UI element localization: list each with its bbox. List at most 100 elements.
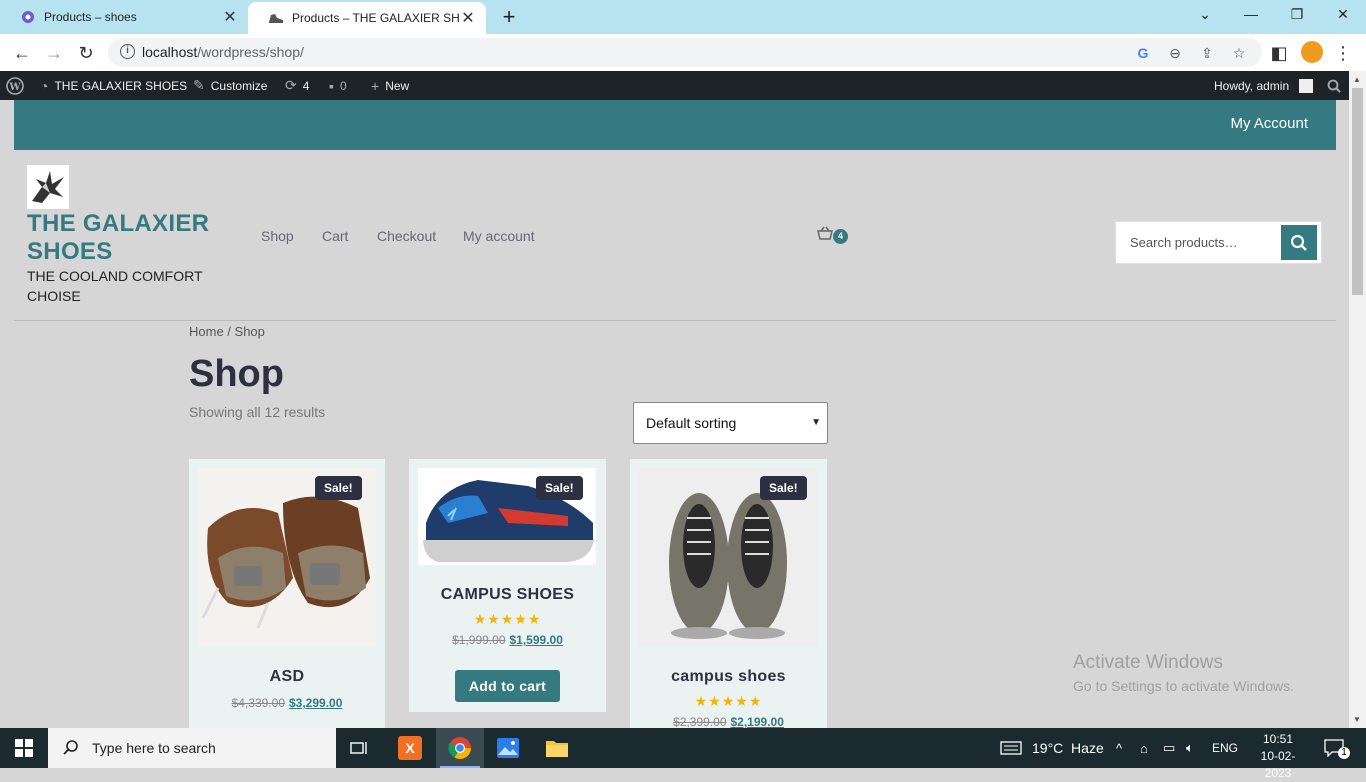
sale-badge: Sale! (315, 476, 362, 500)
nav-shop[interactable]: Shop (261, 228, 294, 244)
admin-customize[interactable]: ✎ Customize (193, 71, 267, 100)
product-card: Sale! CAMPUS SHOES ★★★★★ $1,999.00 $1,599… (409, 459, 606, 712)
close-window-button[interactable]: ✕ (1333, 6, 1353, 23)
product-price: $4,339.00 $3,299.00 (231, 696, 343, 710)
scrollbar-thumb[interactable] (1352, 88, 1363, 295)
dashboard-icon: ◔ (40, 77, 49, 94)
breadcrumb-home[interactable]: Home (189, 324, 224, 339)
tab-products-galaxier[interactable]: Products – THE GALAXIER SHOES ✕ (248, 2, 486, 34)
site-title[interactable]: THE GALAXIER SHOES (27, 210, 227, 266)
xampp-app-icon[interactable]: X (386, 728, 434, 768)
profile-avatar[interactable] (1301, 41, 1323, 63)
product-name[interactable]: CAMPUS SHOES (409, 586, 606, 604)
tab-label: Products – shoes (44, 10, 137, 24)
cart-count-badge: 4 (833, 229, 848, 244)
photos-app-icon[interactable] (484, 728, 532, 768)
scroll-up-icon[interactable]: ▲ (1353, 75, 1361, 84)
add-to-cart-button[interactable]: Add to cart (455, 670, 560, 702)
back-button[interactable]: ← (10, 41, 34, 65)
zoom-icon[interactable]: ⊖ (1165, 43, 1185, 63)
google-lens-icon[interactable]: G (1133, 43, 1153, 63)
svg-text:W: W (8, 82, 21, 93)
sorting-select[interactable]: Default sorting ▼ (633, 402, 828, 444)
site-info-icon[interactable]: i (120, 44, 135, 59)
browser-tab-strip: Products – shoes ✕ Products – THE GALAXI… (0, 0, 1366, 34)
site-logo[interactable] (27, 165, 69, 209)
product-price: $1,999.00 $1,599.00 (452, 633, 563, 647)
bookmark-star-icon[interactable]: ☆ (1229, 43, 1249, 63)
battery-icon[interactable]: ▭ (1163, 728, 1175, 768)
task-view-icon[interactable] (336, 728, 384, 768)
rating-stars-icon: ★★★★★ (473, 611, 542, 627)
nav-my-account[interactable]: My account (463, 228, 535, 244)
search-icon (1290, 234, 1307, 251)
browser-menu-icon[interactable]: ⋮ (1331, 41, 1355, 65)
breadcrumb: Home / Shop (189, 324, 265, 339)
tab-label: Products – THE GALAXIER SHOES (292, 11, 460, 25)
restore-button[interactable]: ❐ (1287, 6, 1307, 23)
product-card: Sale! ASD $4,339.00 $3,299.00 (189, 459, 385, 728)
admin-account-menu[interactable]: Howdy, admin (1214, 71, 1314, 100)
clock[interactable]: 10:51 10-02-2023 (1248, 731, 1308, 782)
page-title: Shop (189, 353, 284, 395)
sale-badge: Sale! (536, 476, 583, 500)
site-tagline: THE COOLAND COMFORT CHOISE (27, 268, 203, 304)
header-cart[interactable]: 4 (817, 226, 848, 245)
scroll-down-icon[interactable]: ▼ (1353, 715, 1361, 724)
admin-site-name[interactable]: ◔ THE GALAXIER SHOES (40, 71, 187, 100)
windows-logo-icon (15, 739, 33, 757)
new-tab-button[interactable]: + (498, 6, 520, 28)
address-bar[interactable]: i localhost/wordpress/shop/ G ⊖ ⇪ ☆ (108, 38, 1262, 67)
admin-search-icon[interactable] (1327, 71, 1341, 100)
sale-badge: Sale! (760, 476, 807, 500)
taskbar-search[interactable]: Type here to search (48, 728, 336, 768)
windows-taskbar: Type here to search X 19°C Haze ^ ⌂ ▭ 🔈︎… (0, 728, 1366, 780)
site-favicon-icon (20, 9, 36, 25)
admin-comments[interactable]: ▪ 0 (329, 71, 347, 100)
notifications-icon[interactable]: 1 (1324, 728, 1350, 768)
site-top-bar: My Account (14, 100, 1336, 150)
product-name[interactable]: ASD (189, 668, 385, 686)
volume-icon[interactable]: 🔈︎ (1186, 728, 1194, 768)
side-panel-icon[interactable]: ◧ (1267, 41, 1291, 65)
chevron-down-icon: ▼ (811, 417, 821, 428)
language-indicator[interactable]: ENG (1212, 728, 1238, 768)
product-card: Sale! campus shoes ★★★★★ $2,399.00 $2,199… (630, 459, 827, 729)
admin-updates[interactable]: ⟳ 4 (285, 71, 309, 100)
file-explorer-icon[interactable] (533, 728, 581, 768)
shoe-favicon-icon (268, 10, 284, 26)
tab-search-chevron-icon[interactable]: ⌄ (1195, 6, 1215, 23)
product-search[interactable]: Search products… (1115, 221, 1322, 264)
network-icon[interactable]: ⌂ (1140, 728, 1148, 768)
breadcrumb-current: Shop (234, 324, 265, 339)
reload-button[interactable]: ↻ (74, 41, 98, 65)
close-tab-icon[interactable]: ✕ (460, 8, 476, 28)
page-scrollbar[interactable]: ▲ ▼ (1349, 71, 1366, 728)
nav-cart[interactable]: Cart (322, 228, 348, 244)
show-hidden-icons-chevron-icon[interactable]: ^ (1116, 728, 1122, 768)
share-icon[interactable]: ⇪ (1197, 43, 1217, 63)
search-button[interactable] (1281, 225, 1317, 260)
updates-icon: ⟳ (285, 77, 297, 93)
weather-widget[interactable]: 19°C Haze (1000, 728, 1104, 768)
product-price: $2,399.00 $2,199.00 (673, 715, 784, 729)
start-button[interactable] (0, 728, 48, 768)
rating-stars-icon: ★★★★★ (694, 693, 763, 709)
forward-button[interactable]: → (42, 41, 66, 65)
nav-checkout[interactable]: Checkout (377, 228, 436, 244)
admin-new[interactable]: + New (371, 71, 409, 100)
url-text: localhost/wordpress/shop/ (142, 44, 304, 60)
chrome-app-icon[interactable] (436, 728, 484, 768)
close-tab-icon[interactable]: ✕ (222, 7, 238, 27)
minimize-button[interactable]: — (1241, 6, 1261, 22)
wp-admin-bar: W ◔ THE GALAXIER SHOES ✎ Customize ⟳ 4 ▪… (0, 71, 1366, 100)
product-name[interactable]: campus shoes (630, 668, 827, 686)
search-input[interactable]: Search products… (1130, 235, 1238, 250)
comment-icon: ▪ (329, 77, 334, 94)
brush-icon: ✎ (193, 77, 205, 93)
activate-windows-watermark: Activate Windows Go to Settings to activ… (1073, 652, 1294, 694)
my-account-link[interactable]: My Account (1230, 115, 1308, 132)
tab-products-shoes[interactable]: Products – shoes ✕ (0, 0, 248, 34)
wordpress-logo-icon[interactable]: W (6, 71, 24, 100)
plus-icon: + (371, 77, 380, 94)
